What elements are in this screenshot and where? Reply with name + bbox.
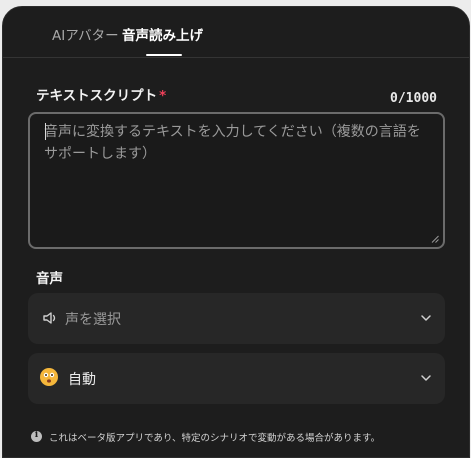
resize-grip-icon[interactable] — [431, 235, 439, 243]
beta-notice-text: これはベータ版アプリであり、特定のシナリオで変動がある場合があります。 — [49, 433, 381, 444]
tts-panel: AIアバター 音声読み上げ テキストスクリプト* 0/1000 音声 声を選択 — [2, 6, 470, 458]
tab-text-to-speech[interactable]: 音声読み上げ — [122, 24, 203, 44]
script-label: テキストスクリプト * — [36, 84, 166, 104]
script-label-text: テキストスクリプト — [36, 88, 158, 104]
text-caret — [45, 123, 46, 140]
chevron-down-icon — [421, 315, 431, 321]
emoji-face-icon — [40, 368, 58, 386]
script-textarea-container — [28, 112, 445, 249]
character-counter: 0/1000 — [390, 91, 437, 106]
voice-select[interactable]: 声を選択 — [28, 293, 445, 344]
speaker-icon — [43, 312, 56, 324]
tab-bar: AIアバター 音声読み上げ — [3, 7, 469, 58]
info-icon: i — [31, 430, 42, 442]
chevron-down-icon — [421, 375, 431, 381]
voice-mode-select[interactable]: 自動 — [28, 353, 445, 404]
voice-select-placeholder: 声を選択 — [65, 312, 121, 328]
active-tab-indicator — [146, 54, 182, 56]
required-mark: * — [159, 88, 167, 104]
script-textarea[interactable] — [30, 114, 443, 247]
voice-label: 音声 — [36, 271, 63, 287]
voice-mode-value: 自動 — [68, 372, 96, 388]
tab-ai-avatar[interactable]: AIアバター — [52, 24, 119, 44]
